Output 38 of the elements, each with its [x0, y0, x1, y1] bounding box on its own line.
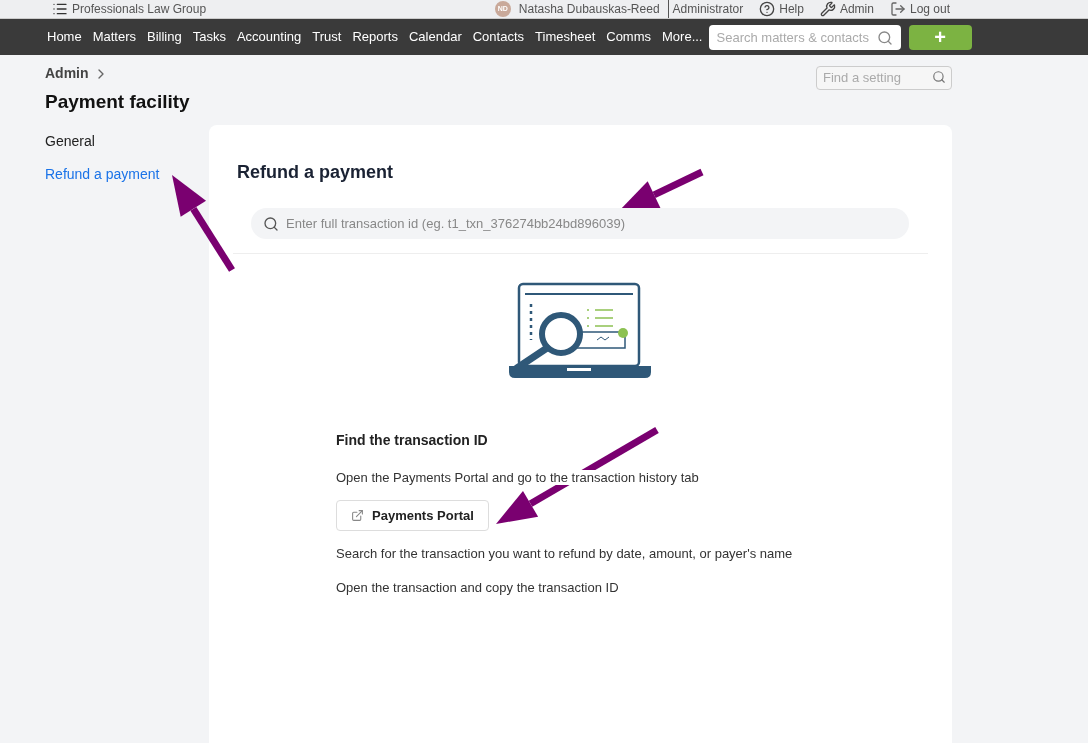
- nav-item[interactable]: Tasks: [192, 27, 226, 47]
- top-link[interactable]: Help: [759, 0, 804, 18]
- menu-icon[interactable]: [52, 1, 68, 17]
- page-title: Payment facility: [45, 90, 190, 114]
- sidebar-item[interactable]: Refund a payment: [45, 163, 209, 185]
- nav-item[interactable]: Billing: [147, 27, 182, 47]
- transaction-search-field[interactable]: Enter full transaction id (eg. t1_txn_376274bb24bd896039): [251, 207, 909, 239]
- user-name: Natasha Dubauskas-Reed: [518, 1, 660, 18]
- breadcrumb-link[interactable]: Admin: [45, 63, 89, 84]
- section-heading: Find the transaction ID: [336, 430, 489, 450]
- nav-item[interactable]: Matters: [92, 27, 137, 47]
- nav-item[interactable]: More...: [662, 27, 703, 47]
- instruction-text: Search for the transaction you want to refund by date, amount, or payer's name: [336, 546, 793, 561]
- nav-item[interactable]: Calendar: [408, 27, 462, 47]
- external-link-icon: [351, 509, 364, 522]
- search-icon: [263, 215, 279, 232]
- nav-item[interactable]: Timesheet: [535, 27, 596, 47]
- search-icon: [932, 70, 946, 84]
- logout-icon: [889, 1, 906, 17]
- nav-item[interactable]: Home: [47, 27, 82, 47]
- wrench-icon: [819, 1, 836, 17]
- panel-title: Refund a payment: [237, 160, 395, 184]
- nav-item[interactable]: Comms: [606, 27, 652, 47]
- help-icon: [759, 1, 776, 17]
- nav-item[interactable]: Accounting: [236, 27, 302, 47]
- top-link[interactable]: Admin: [819, 0, 874, 18]
- nav-item[interactable]: Reports: [352, 27, 398, 47]
- payments-portal-button[interactable]: Payments Portal: [336, 500, 489, 531]
- nav-item[interactable]: Trust: [312, 27, 342, 47]
- nav-item[interactable]: Contacts: [472, 27, 525, 47]
- firm-name: Professionals Law Group: [72, 1, 207, 18]
- search-field[interactable]: Search matters & contacts: [708, 24, 901, 50]
- search-icon: [876, 29, 893, 46]
- instruction-text: Open the Payments Portal and go to the transaction history tab: [336, 469, 699, 485]
- user-role: Administrator: [667, 0, 744, 18]
- top-link[interactable]: Log out: [889, 0, 950, 18]
- sidebar-item[interactable]: General: [45, 130, 209, 152]
- setting-search-field[interactable]: Find a setting: [816, 65, 952, 90]
